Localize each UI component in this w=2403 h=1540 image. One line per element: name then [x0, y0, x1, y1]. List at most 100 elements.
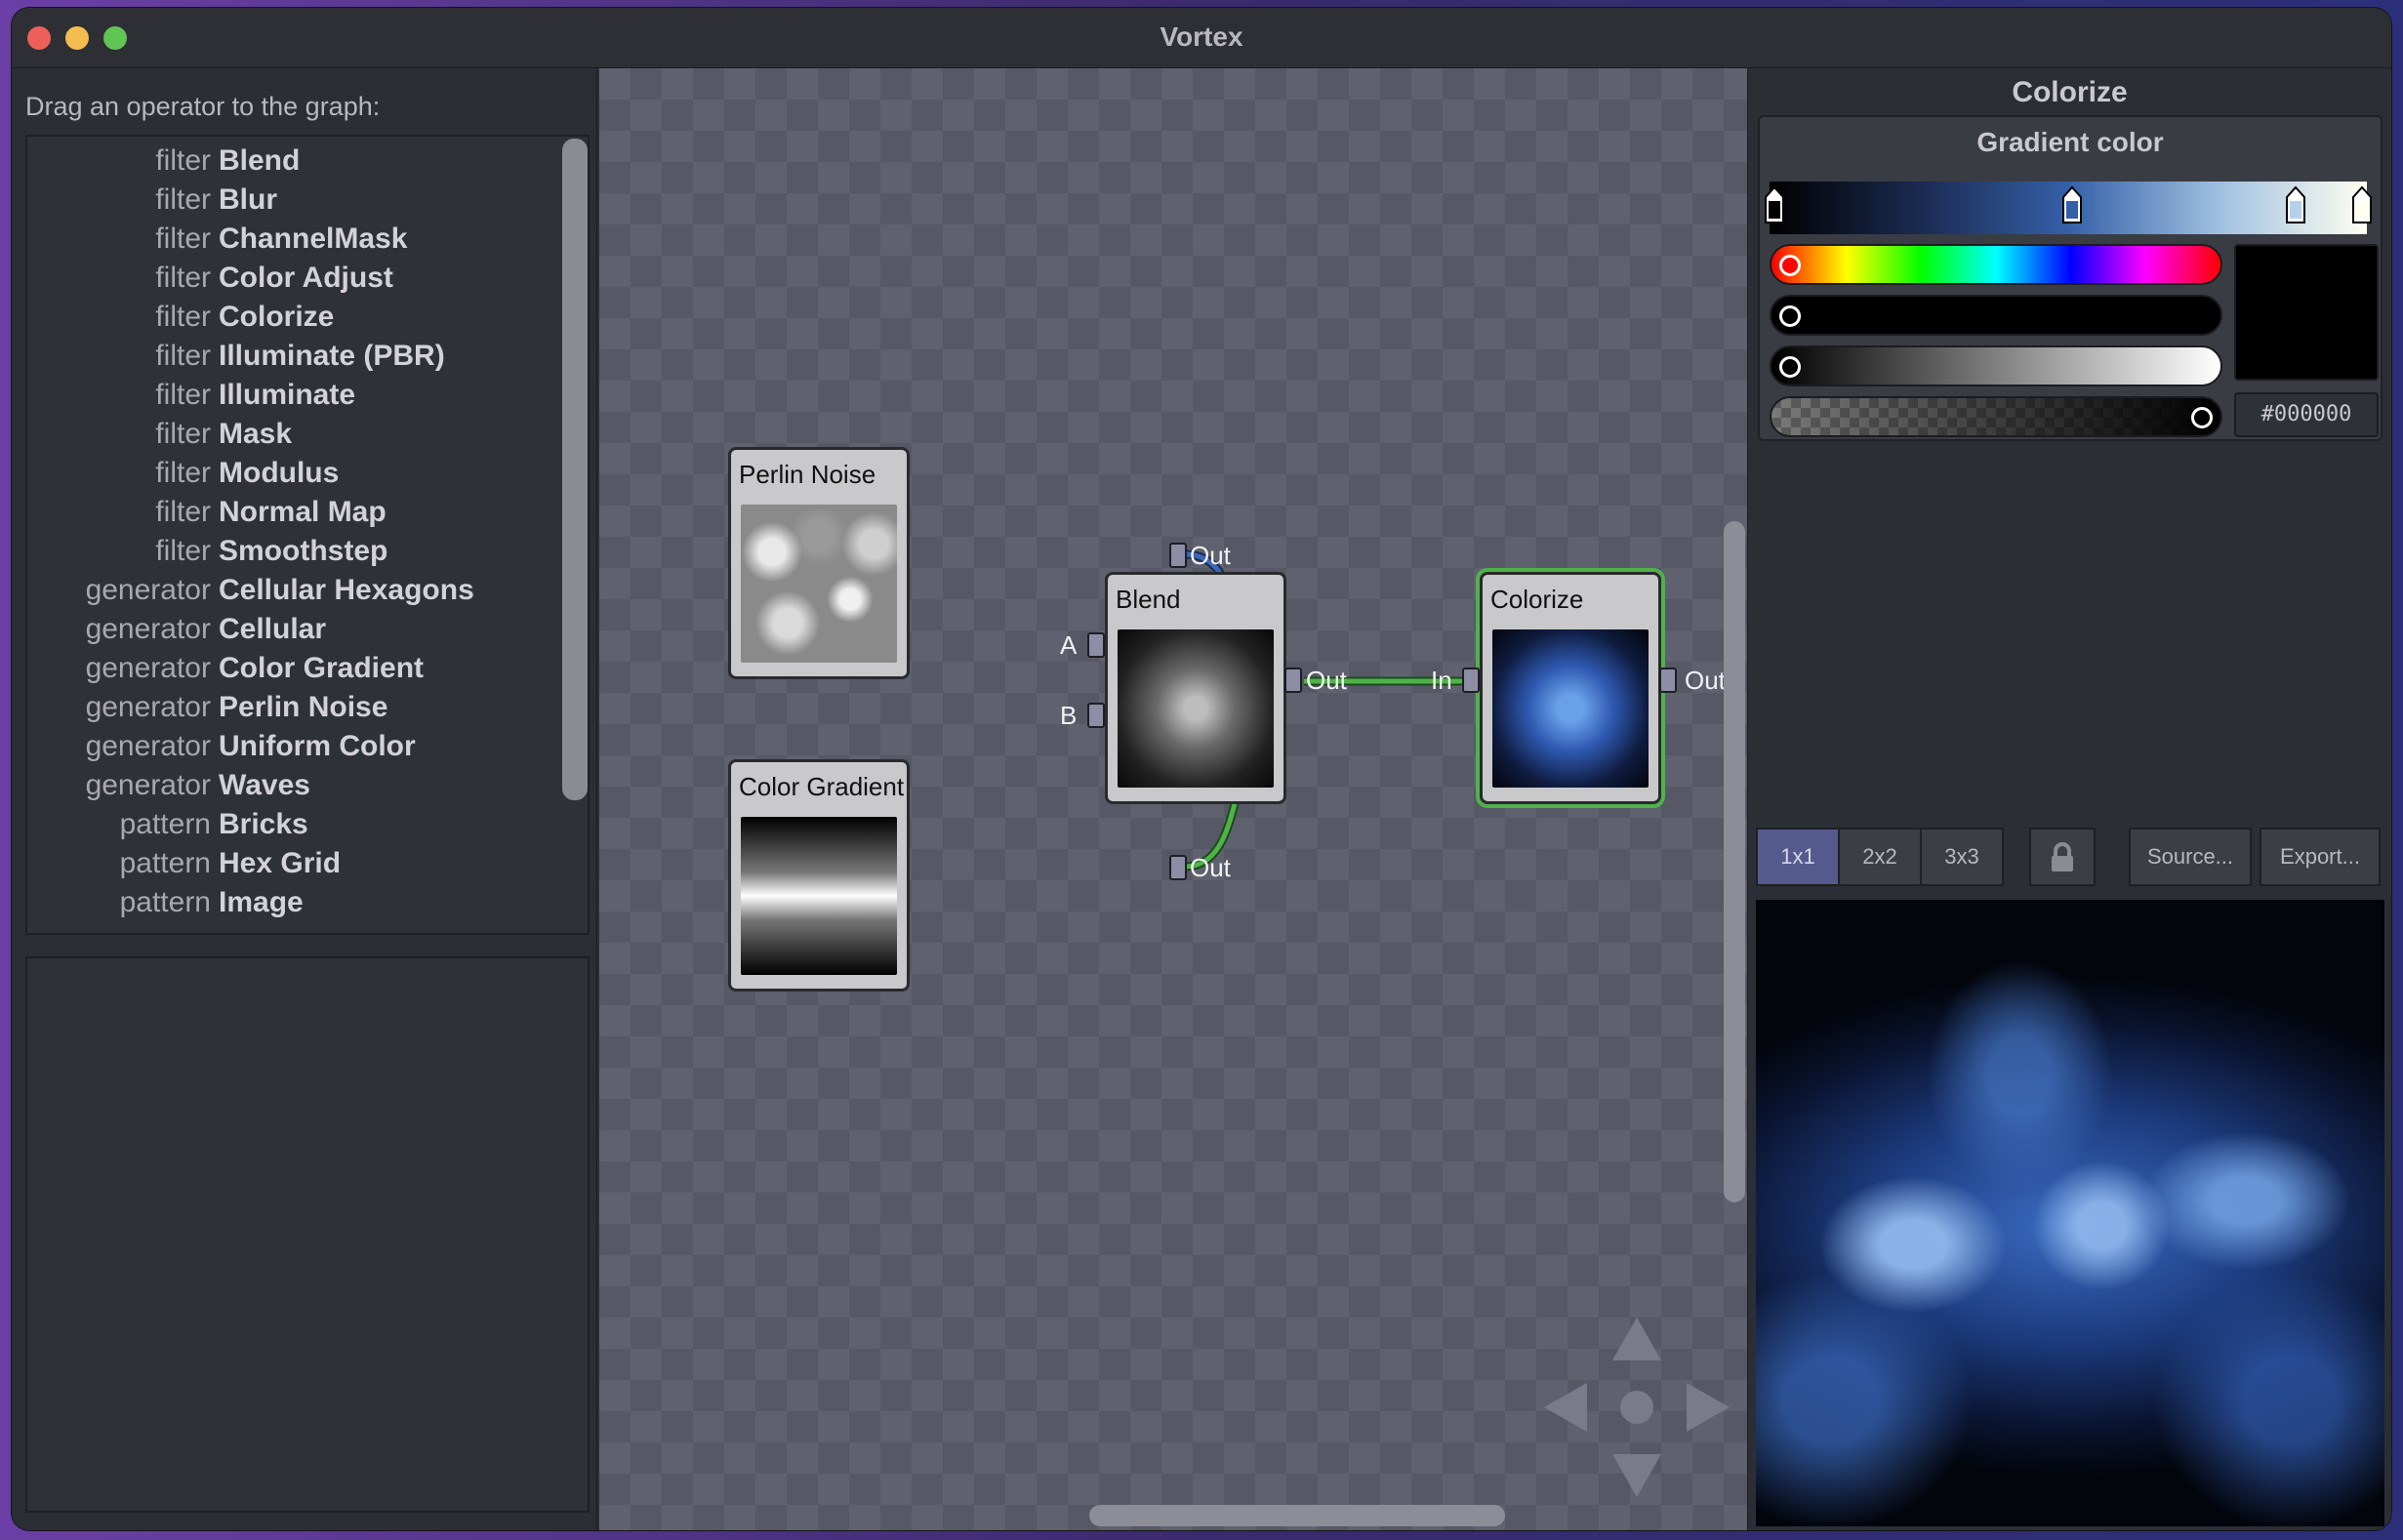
- operator-list-item[interactable]: filter Blur: [27, 180, 554, 219]
- operator-list-item[interactable]: filter Color Adjust: [27, 258, 554, 297]
- operator-list-item[interactable]: filter Colorize: [27, 297, 554, 336]
- tiling-1x1-button[interactable]: 1x1: [1756, 828, 1840, 886]
- pan-left-icon[interactable]: [1544, 1383, 1587, 1432]
- pan-up-icon[interactable]: [1612, 1317, 1661, 1360]
- pan-controls: [1544, 1317, 1730, 1497]
- operator-list-item[interactable]: filter Mask: [27, 414, 554, 453]
- blend-in-b-label: B: [1060, 701, 1078, 730]
- hex-color-field[interactable]: #000000: [2234, 392, 2379, 437]
- operator-name: Color Gradient: [219, 652, 425, 684]
- pan-center-icon[interactable]: [1620, 1391, 1653, 1424]
- title-bar: Vortex: [12, 8, 2391, 68]
- operator-list-item[interactable]: filter Normal Map: [27, 492, 554, 531]
- operator-list-item[interactable]: generator Waves: [27, 765, 554, 804]
- operator-category: generator: [85, 730, 211, 762]
- operator-name: Color Adjust: [219, 262, 393, 294]
- operator-list-item[interactable]: filter Blend: [27, 141, 554, 180]
- blend-in-a-port[interactable]: [1087, 632, 1105, 658]
- alpha-slider-knob[interactable]: [2191, 407, 2213, 428]
- operator-name: Illuminate (PBR): [219, 340, 445, 372]
- operator-name: Image: [219, 886, 304, 918]
- gradient-out-port[interactable]: [1169, 855, 1187, 880]
- operator-panel: Drag an operator to the graph: filter Ble…: [12, 68, 597, 1530]
- operator-category: generator: [85, 691, 211, 723]
- colorize-in-label: In: [1431, 666, 1452, 695]
- perlin-noise-thumbnail: [741, 505, 897, 663]
- pan-down-icon[interactable]: [1612, 1454, 1661, 1497]
- node-perlin-noise[interactable]: Perlin Noise: [728, 447, 910, 679]
- inspector-panel: Colorize Gradient color #000000 1x1 2x2 …: [1747, 68, 2391, 1530]
- operator-category: generator: [85, 769, 211, 801]
- operator-list-item[interactable]: filter Illuminate (PBR): [27, 336, 554, 375]
- operator-list-item[interactable]: filter ChannelMask: [27, 219, 554, 258]
- operator-list-item[interactable]: pattern Hex Grid: [27, 843, 554, 882]
- gradient-stop-icon[interactable]: [2351, 185, 2373, 224]
- hue-slider-knob[interactable]: [1779, 255, 1801, 276]
- tiling-3x3-button[interactable]: 3x3: [1920, 828, 2004, 886]
- node-title: Colorize: [1490, 585, 1584, 614]
- operator-category: pattern: [119, 847, 211, 879]
- window-title: Vortex: [1160, 21, 1243, 52]
- alpha-slider[interactable]: [1770, 396, 2222, 437]
- operator-list[interactable]: filter Blend filter Blur filter ChannelMask fi…: [25, 135, 590, 935]
- node-color-gradient[interactable]: Color Gradient: [728, 759, 910, 992]
- operator-list-item[interactable]: generator Color Gradient: [27, 648, 554, 687]
- operator-list-item[interactable]: generator Cellular Hexagons: [27, 570, 554, 609]
- texture-preview: [1756, 900, 2384, 1526]
- lock-button[interactable]: [2029, 828, 2096, 886]
- export-button[interactable]: Export...: [2260, 828, 2381, 886]
- gradient-stop-icon[interactable]: [2285, 185, 2306, 224]
- operator-name: Hex Grid: [219, 847, 342, 879]
- blend-out-port[interactable]: [1284, 668, 1302, 693]
- operator-category: filter: [155, 144, 211, 177]
- operator-list-item[interactable]: filter Illuminate: [27, 375, 554, 414]
- node-graph[interactable]: Perlin Noise Out Color Gradient Out Blen…: [599, 68, 1747, 1530]
- operator-category: generator: [85, 613, 211, 645]
- operator-name: Bricks: [219, 808, 308, 840]
- operator-list-item[interactable]: pattern Image: [27, 882, 554, 921]
- blend-thumbnail: [1118, 629, 1274, 788]
- colorize-in-port[interactable]: [1462, 668, 1480, 693]
- value-slider-knob[interactable]: [1779, 356, 1801, 378]
- operator-category: filter: [155, 535, 211, 567]
- colorize-out-label: Out: [1685, 666, 1726, 695]
- colorize-thumbnail: [1492, 629, 1649, 788]
- operator-list-item[interactable]: filter Modulus: [27, 453, 554, 492]
- hue-slider[interactable]: [1770, 244, 2222, 285]
- pan-right-icon[interactable]: [1687, 1383, 1730, 1432]
- gradient-stop-icon[interactable]: [1764, 185, 1785, 224]
- tiling-2x2-button[interactable]: 2x2: [1838, 828, 1922, 886]
- perlin-out-port[interactable]: [1169, 543, 1187, 568]
- operator-list-scrollbar[interactable]: [562, 139, 588, 800]
- operator-list-item[interactable]: pattern Bricks: [27, 804, 554, 843]
- gradient-stop-icon[interactable]: [2061, 185, 2083, 224]
- source-button[interactable]: Source...: [2129, 828, 2252, 886]
- gradient-color-editor: Gradient color #000000: [1758, 115, 2383, 441]
- colorize-out-port[interactable]: [1659, 668, 1677, 693]
- operator-name: Normal Map: [219, 496, 387, 528]
- operator-list-item[interactable]: generator Uniform Color: [27, 726, 554, 765]
- node-blend[interactable]: Blend: [1105, 572, 1286, 804]
- operator-category: filter: [155, 183, 211, 216]
- operator-category: pattern: [119, 808, 211, 840]
- operator-list-item[interactable]: filter Smoothstep: [27, 531, 554, 570]
- operator-category: filter: [155, 418, 211, 450]
- color-gradient-thumbnail: [741, 817, 897, 975]
- value-slider[interactable]: [1770, 345, 2222, 386]
- gradient-color-label: Gradient color: [1976, 127, 2164, 157]
- blend-in-b-port[interactable]: [1087, 703, 1105, 728]
- node-title: Color Gradient: [739, 772, 905, 801]
- graph-vertical-scrollbar[interactable]: [1724, 521, 1745, 1202]
- graph-horizontal-scrollbar[interactable]: [1089, 1505, 1505, 1526]
- saturation-slider-knob[interactable]: [1779, 305, 1801, 327]
- node-colorize[interactable]: Colorize: [1480, 572, 1661, 804]
- gradient-out-label: Out: [1190, 853, 1231, 882]
- operator-category: filter: [155, 223, 211, 255]
- operator-list-item[interactable]: generator Cellular: [27, 609, 554, 648]
- color-swatch: [2234, 244, 2379, 381]
- operator-category: generator: [85, 652, 211, 684]
- saturation-slider[interactable]: [1770, 295, 2222, 336]
- operator-list-item[interactable]: generator Perlin Noise: [27, 687, 554, 726]
- gradient-bar[interactable]: [1765, 182, 2372, 234]
- node-title: Blend: [1116, 585, 1181, 614]
